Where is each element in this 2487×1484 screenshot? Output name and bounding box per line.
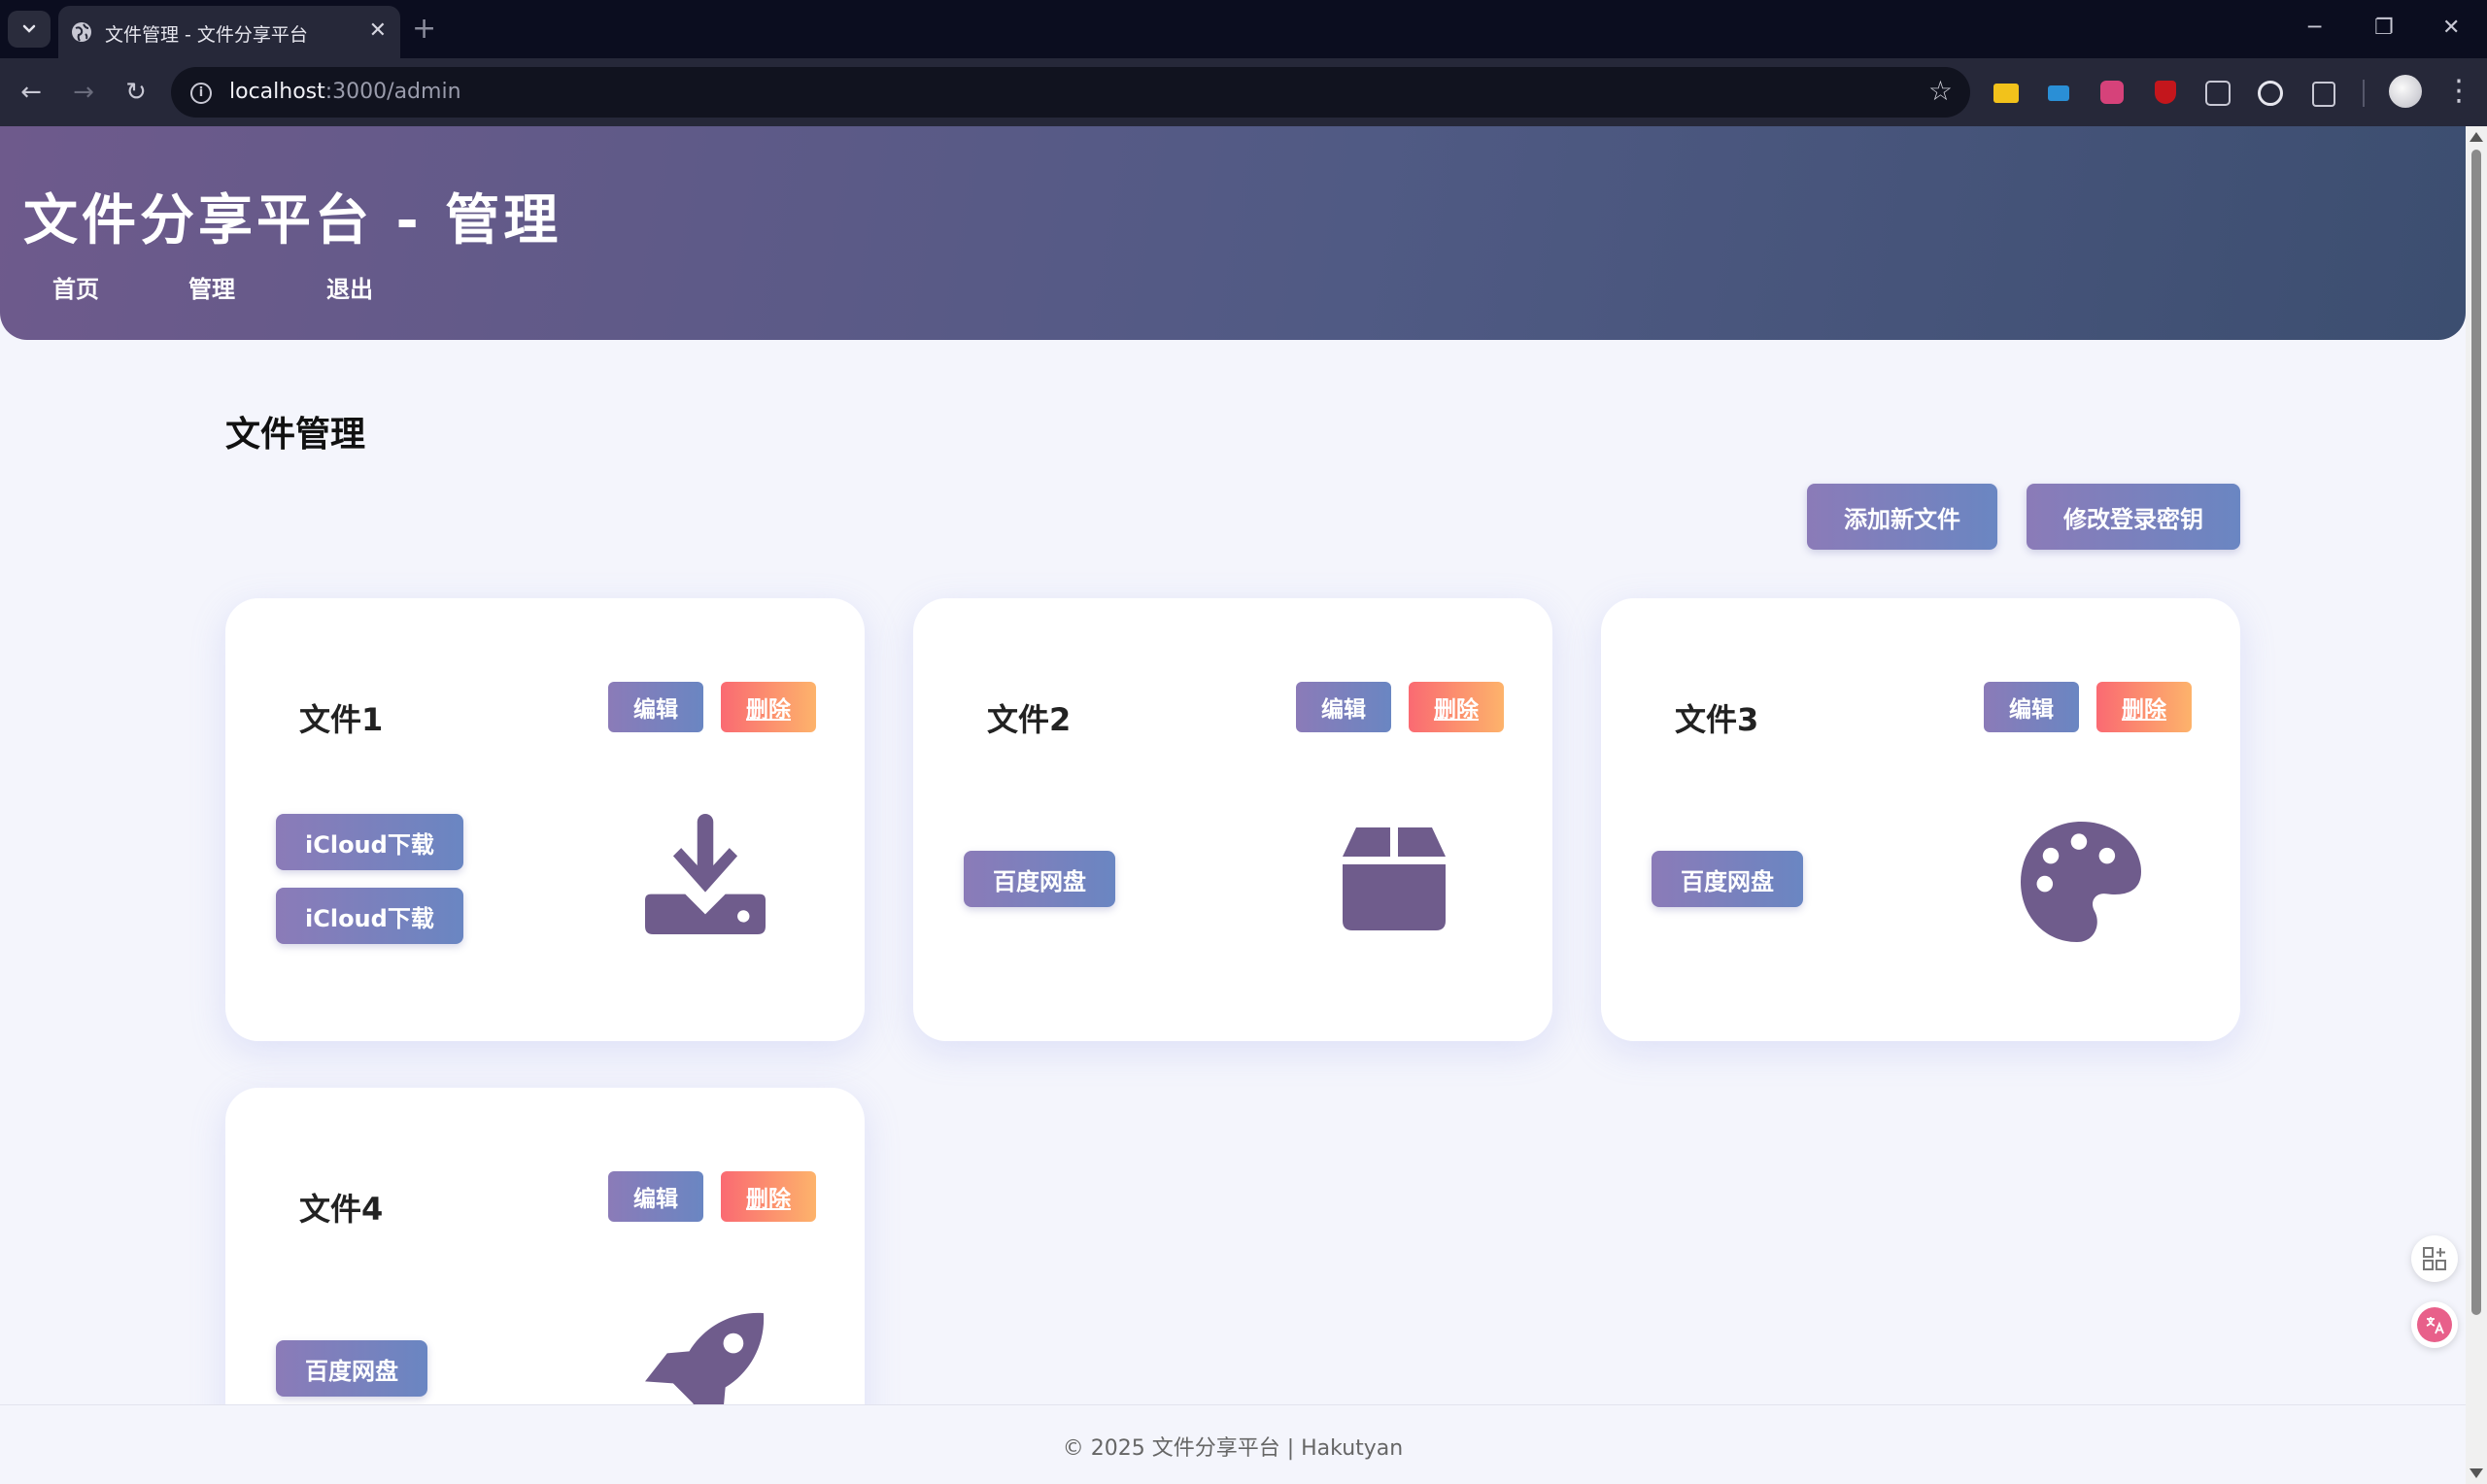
toolbar-divider [2363, 80, 2365, 107]
address-bar[interactable]: i localhost:3000/admin ☆ [171, 67, 1970, 118]
file-title: 文件1 [299, 701, 384, 738]
translate-extension-icon[interactable] [2100, 81, 2124, 104]
file-title: 文件3 [1675, 701, 1759, 738]
close-window-button[interactable]: ✕ [2442, 14, 2460, 43]
download-link-button[interactable]: iCloud下载 [276, 888, 463, 944]
delete-button[interactable]: 删除 [2096, 682, 2192, 732]
download-link-button[interactable]: 百度网盘 [964, 851, 1115, 907]
edit-button[interactable]: 编辑 [608, 1171, 703, 1222]
file-card: 文件3 编辑 删除 百度网盘 [1601, 598, 2240, 1041]
nav-admin-link[interactable]: 管理 [188, 270, 235, 304]
edit-button[interactable]: 编辑 [1296, 682, 1391, 732]
minimize-button[interactable]: ─ [2308, 14, 2321, 43]
qr-code-icon [2423, 1247, 2446, 1270]
nav-home-link[interactable]: 首页 [52, 270, 99, 304]
translate-icon [2417, 1307, 2452, 1342]
extension-blue-icon[interactable] [2048, 85, 2069, 101]
delete-button[interactable]: 删除 [721, 682, 816, 732]
tab-close-icon[interactable]: ✕ [369, 19, 387, 43]
puzzle-extensions-icon[interactable] [2312, 82, 2335, 107]
delete-button[interactable]: 删除 [721, 1171, 816, 1222]
delete-button[interactable]: 删除 [1409, 682, 1504, 732]
forward-button[interactable]: → [68, 77, 99, 108]
scroll-down-arrow[interactable] [2470, 1468, 2483, 1478]
blocker-extension-icon[interactable] [2258, 81, 2283, 106]
download-link-button[interactable]: 百度网盘 [276, 1340, 427, 1397]
site-header: 文件分享平台 - 管理 首页 管理 退出 [0, 126, 2466, 340]
tab-title: 文件管理 - 文件分享平台 [105, 24, 308, 46]
edit-button[interactable]: 编辑 [1984, 682, 2079, 732]
site-info-icon[interactable]: i [190, 83, 212, 104]
scroll-up-arrow[interactable] [2470, 132, 2483, 142]
shield-extension-icon[interactable] [2155, 81, 2176, 104]
page-scrollbar[interactable] [2466, 126, 2487, 1484]
change-key-button[interactable]: 修改登录密钥 [2027, 484, 2240, 550]
extension-yellow-icon[interactable] [1993, 84, 2019, 103]
site-title: 文件分享平台 - 管理 [23, 189, 562, 253]
back-button[interactable]: ← [16, 77, 47, 108]
chevron-down-icon [22, 24, 36, 33]
browser-tab-bar: 文件管理 - 文件分享平台 ✕ + ─ ❐ ✕ [0, 0, 2487, 58]
file-card: 文件2 编辑 删除 百度网盘 [913, 598, 1552, 1041]
download-link-button[interactable]: 百度网盘 [1652, 851, 1803, 907]
edit-button[interactable]: 编辑 [608, 682, 703, 732]
browser-tab[interactable]: 文件管理 - 文件分享平台 ✕ [58, 6, 400, 58]
tab-search-button[interactable] [8, 11, 51, 48]
page-viewport: 文件分享平台 - 管理 首页 管理 退出 文件管理 添加新文件 修改登录密钥 文… [0, 126, 2466, 1484]
palette-icon [2021, 822, 2141, 942]
new-tab-button[interactable]: + [412, 12, 436, 47]
profile-avatar[interactable] [2389, 75, 2422, 108]
site-footer: © 2025 文件分享平台 | Hakutyan [0, 1404, 2466, 1484]
bookmark-star-icon[interactable]: ☆ [1928, 75, 1953, 108]
download-link-button[interactable]: iCloud下载 [276, 814, 463, 870]
box-icon [1343, 827, 1446, 930]
restore-button[interactable]: ❐ [2374, 14, 2394, 43]
browser-menu-icon[interactable]: ⋮ [2444, 74, 2473, 109]
globe-icon [72, 22, 91, 42]
reader-extension-icon[interactable] [2205, 81, 2231, 106]
add-file-button[interactable]: 添加新文件 [1807, 484, 1997, 550]
file-title: 文件4 [299, 1191, 384, 1228]
nav-logout-link[interactable]: 退出 [326, 270, 373, 304]
qr-code-float-button[interactable] [2411, 1235, 2458, 1282]
download-icon [645, 814, 766, 934]
url-text[interactable]: localhost:3000/admin [229, 80, 461, 104]
url-path: :3000/admin [324, 80, 461, 104]
reload-button[interactable]: ↻ [120, 77, 152, 108]
url-host: localhost [229, 80, 325, 104]
file-card: 文件1 编辑 删除 iCloud下载 iCloud下载 [225, 598, 865, 1041]
translate-float-button[interactable] [2411, 1301, 2458, 1348]
section-title: 文件管理 [225, 415, 366, 455]
file-title: 文件2 [987, 701, 1072, 738]
browser-toolbar: ← → ↻ i localhost:3000/admin ☆ ⋮ [0, 58, 2487, 126]
footer-copyright: © 2025 文件分享平台 | Hakutyan [1062, 1436, 1404, 1461]
scroll-thumb[interactable] [2471, 150, 2481, 1315]
